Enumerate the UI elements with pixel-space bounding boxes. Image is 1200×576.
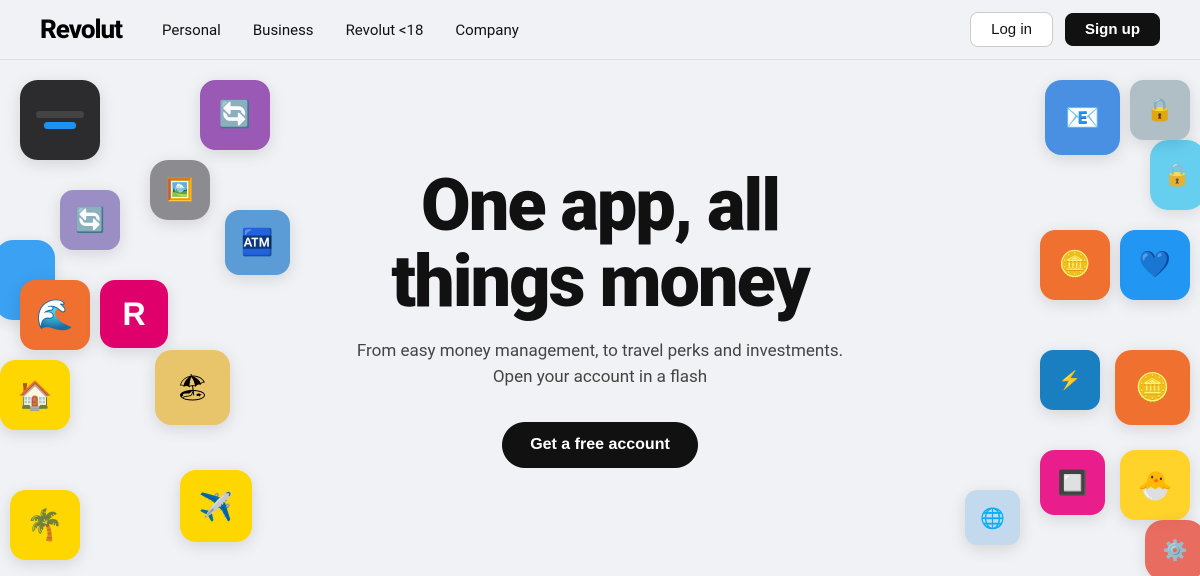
app-icon: 🐣 xyxy=(1120,450,1190,520)
app-icon: 🔄 xyxy=(60,190,120,250)
app-icon: 🌐 xyxy=(965,490,1020,545)
app-icon xyxy=(0,240,55,320)
app-icon: 🖼️ xyxy=(150,160,210,220)
app-icon: 🌊 xyxy=(20,280,90,350)
app-icon: 🏠 xyxy=(0,360,70,430)
hero-section: 🔄 🔄 🖼️ 🏧 🌊 R 🏖 🏠 🌴 ✈️ 🔒 📧 🔒 💙 🪙 🪙 ⚡ 🔲 🐣 … xyxy=(0,60,1200,576)
nav-actions: Log in Sign up xyxy=(970,12,1160,47)
app-icon: 🔲 xyxy=(1040,450,1105,515)
nav-under18[interactable]: Revolut <18 xyxy=(346,21,424,39)
cta-button[interactable]: Get a free account xyxy=(502,422,698,468)
app-icon: R xyxy=(100,280,168,348)
login-button[interactable]: Log in xyxy=(970,12,1053,47)
app-icon: ✈️ xyxy=(180,470,252,542)
app-icon: 💙 xyxy=(1120,230,1190,300)
hero-content: One app, all things money From easy mone… xyxy=(357,168,843,468)
nav-company[interactable]: Company xyxy=(455,21,518,39)
app-icon: ⚙️ xyxy=(1145,520,1200,576)
navbar: Revolut Personal Business Revolut <18 Co… xyxy=(0,0,1200,60)
nav-personal[interactable]: Personal xyxy=(162,21,221,39)
logo: Revolut xyxy=(40,15,122,45)
app-icon: 🔒 xyxy=(1130,80,1190,140)
app-icon: 🏖 xyxy=(155,350,230,425)
hero-subtitle: From easy money management, to travel pe… xyxy=(357,339,843,390)
app-icon: 🔄 xyxy=(200,80,270,150)
hero-title: One app, all things money xyxy=(357,168,843,319)
app-icon: 🔒 xyxy=(1150,140,1200,210)
app-icon: 🪙 xyxy=(1040,230,1110,300)
nav-links: Personal Business Revolut <18 Company xyxy=(162,21,970,39)
app-icon: 📧 xyxy=(1045,80,1120,155)
signup-button[interactable]: Sign up xyxy=(1065,13,1160,46)
app-icon xyxy=(20,80,100,160)
app-icon: ⚡ xyxy=(1040,350,1100,410)
app-icon: 🏧 xyxy=(225,210,290,275)
app-icon: 🌴 xyxy=(10,490,80,560)
nav-business[interactable]: Business xyxy=(253,21,314,39)
app-icon: 🪙 xyxy=(1115,350,1190,425)
